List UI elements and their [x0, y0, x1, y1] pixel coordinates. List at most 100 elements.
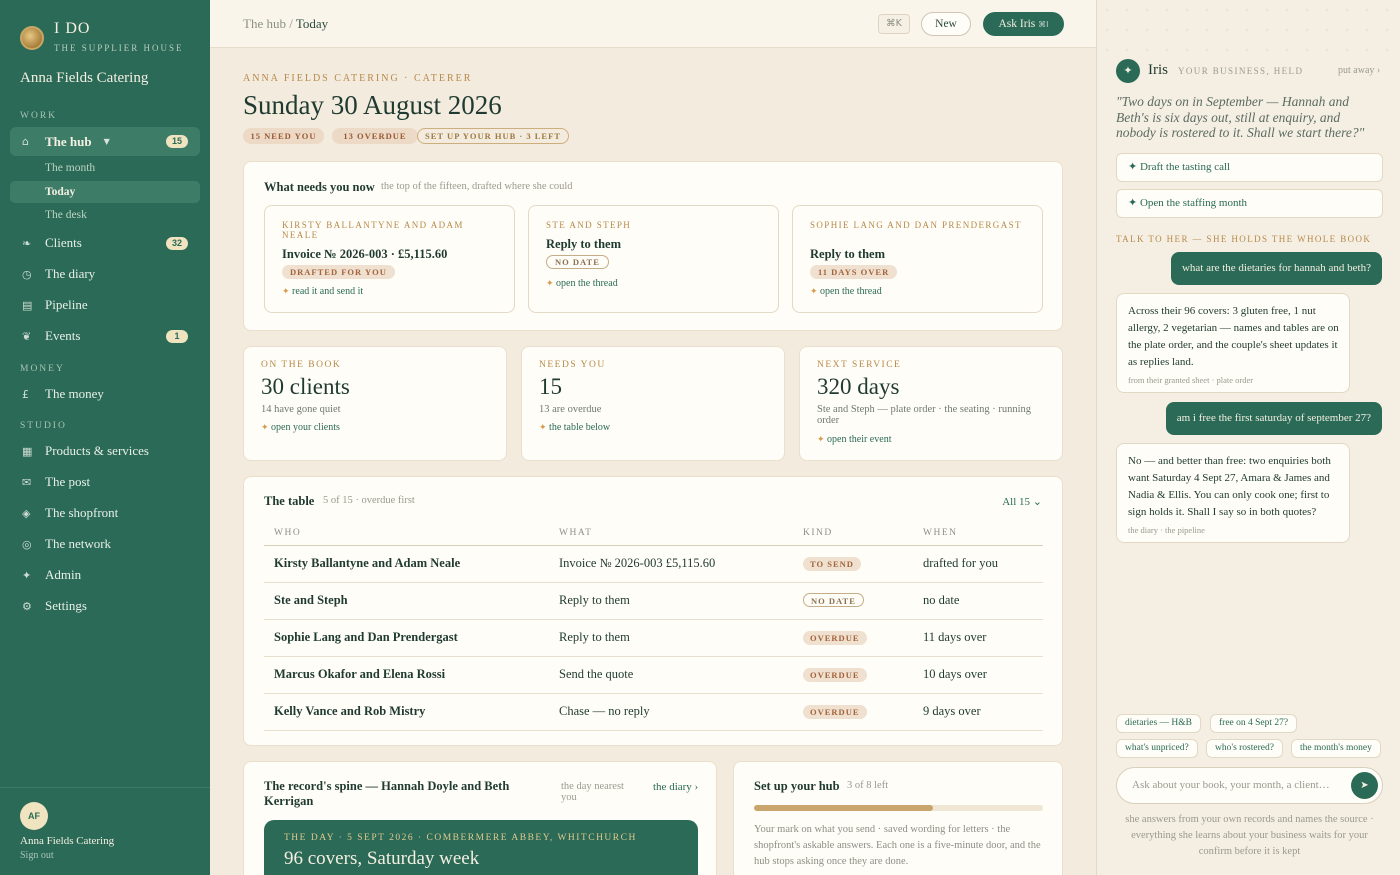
cell-who: Sophie Lang and Dan Prendergast — [264, 619, 549, 657]
cell-who: Marcus Okafor and Elena Rossi — [264, 656, 549, 694]
page-eyebrow: ANNA FIELDS CATERING · CATERER — [243, 73, 473, 84]
column-header[interactable]: WHAT — [549, 521, 793, 546]
all-items-dropdown[interactable]: All 15 ⌄ — [1002, 495, 1042, 508]
stat-label: ON THE BOOK — [261, 360, 342, 370]
table-row[interactable]: Sophie Lang and Dan Prendergast Reply to… — [264, 619, 1043, 657]
brand[interactable]: I DO THE SUPPLIER HOUSE — [20, 20, 184, 53]
user-message: what are the dietaries for hannah and be… — [1170, 252, 1382, 285]
status-badge: OVERDUE — [803, 668, 867, 682]
topbar: The hub / Today ⌘K New Ask Iris ⌘I — [210, 0, 1096, 48]
suggestion-chip[interactable]: what's unpriced? — [1116, 739, 1198, 758]
column-header[interactable]: WHO — [264, 521, 549, 546]
column-header[interactable]: WHEN — [913, 521, 1043, 546]
setup-pill[interactable]: SET UP YOUR HUB · 3 LEFT — [417, 128, 569, 144]
table-hint: 5 of 15 · overdue first — [323, 495, 415, 506]
ask-iris-shortcut: ⌘I — [1038, 20, 1049, 29]
sidebar-item-admin[interactable]: ✦ Admin — [10, 561, 200, 589]
sidebar-item-label: Pipeline — [45, 297, 88, 312]
need-item[interactable]: STE AND STEPH Reply to them NO DATE ✦ op… — [528, 205, 779, 313]
need-action[interactable]: ✦ open the thread — [546, 278, 618, 289]
table-card: The table 5 of 15 · overdue first All 15… — [243, 476, 1063, 746]
new-button[interactable]: New — [921, 12, 971, 36]
table-row[interactable]: Kelly Vance and Rob Mistry Chase — no re… — [264, 693, 1043, 731]
sidebar-item-products[interactable]: ▦ Products & services — [10, 437, 200, 465]
cell-what: Reply to them — [549, 582, 793, 620]
open-staffing-month-button[interactable]: ✦ Open the staffing month — [1116, 189, 1383, 218]
message-source: from their granted sheet · plate order — [1128, 375, 1254, 385]
setup-title: Set up your hub — [754, 779, 840, 793]
suggestion-chip[interactable]: who's rostered? — [1206, 739, 1283, 758]
sidebar-item-clients[interactable]: ❧ Clients 32 — [10, 229, 200, 257]
sidebar-item-money[interactable]: £ The money — [10, 380, 200, 408]
table-row[interactable]: Ste and Steph Reply to them NO DATE no d… — [264, 582, 1043, 620]
stat-value: 320 days — [817, 374, 900, 399]
send-icon[interactable]: ➤ — [1351, 772, 1378, 799]
sparkle-icon: ✦ — [546, 279, 554, 289]
cell-kind: NO DATE — [793, 582, 913, 620]
ask-iris-button[interactable]: Ask Iris ⌘I — [983, 12, 1064, 36]
cell-kind: TO SEND — [793, 545, 913, 583]
sidebar-item-network[interactable]: ◎ The network — [10, 530, 200, 558]
sidebar-subitem-month[interactable]: The month — [10, 157, 200, 179]
sidebar-item-events[interactable]: ❦ Events 1 — [10, 322, 200, 350]
sidebar-subitem-desk[interactable]: The desk — [10, 204, 200, 226]
overdue-pill[interactable]: 13 OVERDUE — [332, 128, 418, 144]
sidebar-item-hub[interactable]: ⌂ The hub ▼ 15 — [10, 127, 200, 156]
sidebar-item-label: The post — [45, 474, 91, 489]
event-headline: 96 covers, Saturday week — [284, 848, 480, 869]
table-row[interactable]: Marcus Okafor and Elena Rossi Send the q… — [264, 656, 1043, 694]
sidebar-item-label: The network — [45, 536, 112, 551]
suggestion-chip[interactable]: the month's money — [1291, 739, 1381, 758]
need-item[interactable]: KIRSTY BALLANTYNE AND ADAM NEALE Invoice… — [264, 205, 515, 313]
setup-card: Set up your hub 3 of 8 left Your mark on… — [733, 761, 1063, 875]
sidebar-item-post[interactable]: ✉ The post — [10, 468, 200, 496]
cell-when: 11 days over — [913, 619, 1043, 657]
cell-when: 9 days over — [913, 693, 1043, 731]
chevron-down-icon[interactable]: ▼ — [104, 137, 110, 146]
need-action[interactable]: ✦ read it and send it — [282, 286, 363, 297]
ask-iris-input[interactable]: Ask about your book, your month, a clien… — [1116, 767, 1383, 804]
stat-card-book: ON THE BOOK 30 clients 14 have gone quie… — [243, 346, 507, 461]
cell-what: Send the quote — [549, 656, 793, 694]
stat-action-label: open their event — [827, 434, 892, 445]
column-header[interactable]: KIND — [793, 521, 913, 546]
need-item[interactable]: SOPHIE LANG AND DAN PRENDERGAST Reply to… — [792, 205, 1043, 313]
sidebar-item-shopfront[interactable]: ◈ The shopfront — [10, 499, 200, 527]
command-palette-shortcut[interactable]: ⌘K — [878, 14, 910, 34]
sidebar-item-pipeline[interactable]: ▤ Pipeline — [10, 291, 200, 319]
need-title: Reply to them — [546, 237, 621, 251]
diary-link[interactable]: the diary › — [653, 781, 698, 793]
draft-tasting-call-button[interactable]: ✦ Draft the tasting call — [1116, 153, 1383, 182]
events-icon: ❦ — [22, 329, 32, 343]
status-badge: TO SEND — [803, 557, 861, 571]
sidebar-subitem-today[interactable]: Today — [10, 181, 200, 203]
spine-card: The record's spine — Hannah Doyle and Be… — [243, 761, 717, 875]
table-title: The table — [264, 494, 315, 508]
suggestion-chip[interactable]: free on 4 Sept 27? — [1210, 714, 1298, 733]
sidebar-item-diary[interactable]: ◷ The diary — [10, 260, 200, 288]
cell-kind: OVERDUE — [793, 619, 913, 657]
stat-action[interactable]: ✦ open your clients — [261, 422, 340, 433]
need-action[interactable]: ✦ open the thread — [810, 286, 882, 297]
next-event-banner[interactable]: THE DAY · 5 SEPT 2026 · COMBERMERE ABBEY… — [264, 820, 698, 875]
sidebar-item-settings[interactable]: ⚙ Settings — [10, 592, 200, 620]
suggestion-chip[interactable]: dietaries — H&B — [1116, 714, 1202, 733]
assistant-message-text: No — and better than free: two enquiries… — [1128, 455, 1331, 518]
sidebar-item-label: Products & services — [45, 443, 149, 458]
table-row[interactable]: Kirsty Ballantyne and Adam Neale Invoice… — [264, 545, 1043, 583]
avatar[interactable]: AF — [20, 802, 48, 830]
stat-action[interactable]: ✦ open their event — [817, 434, 891, 445]
breadcrumb-root[interactable]: The hub — [243, 16, 286, 31]
sign-out-link[interactable]: Sign out — [20, 850, 54, 861]
stat-action[interactable]: ✦ the table below — [539, 422, 610, 433]
stat-label: NEEDS YOU — [539, 360, 606, 370]
stat-card-needs: NEEDS YOU 15 13 are overdue ✦ the table … — [521, 346, 785, 461]
need-client: SOPHIE LANG AND DAN PRENDERGAST — [810, 220, 1022, 230]
stat-note: 14 have gone quiet — [261, 404, 341, 415]
put-away-button[interactable]: put away › — [1338, 65, 1380, 76]
sidebar-item-label: The hub — [45, 133, 92, 149]
need-you-pill[interactable]: 15 NEED YOU — [243, 128, 324, 144]
stat-value: 15 — [539, 374, 562, 399]
sparkle-icon: ✦ — [261, 423, 269, 433]
cell-when: no date — [913, 582, 1043, 620]
